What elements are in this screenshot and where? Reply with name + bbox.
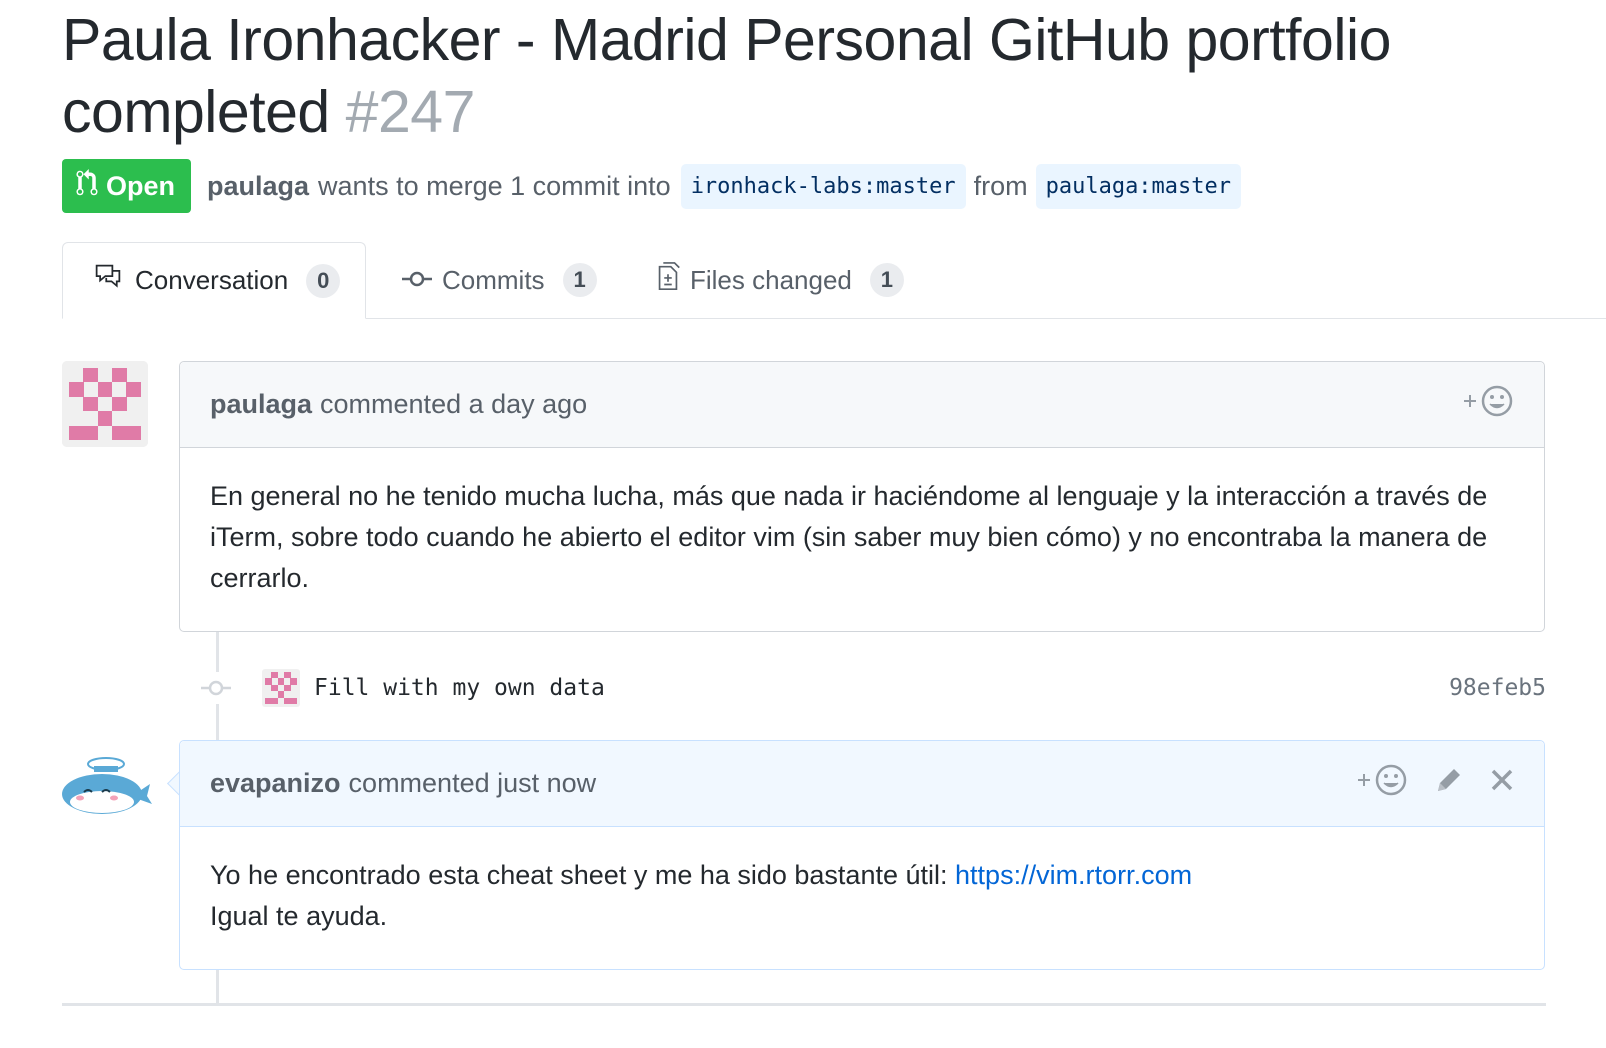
tab-files-changed[interactable]: Files changed 1: [628, 242, 932, 318]
identicon-avatar: [262, 669, 300, 707]
pr-title: Paula Ironhacker - Madrid Personal GitHu…: [62, 4, 1542, 148]
tab-label: Conversation: [135, 265, 289, 295]
comment-timestamp[interactable]: commented just now: [349, 768, 597, 799]
comment-discussion-icon: [91, 263, 125, 298]
comment-header: evapanizo commented just now: [180, 741, 1544, 827]
pr-number: #247: [345, 79, 476, 145]
merge-text: wants to merge 1 commit into: [318, 170, 671, 201]
comment-actions: [1356, 764, 1514, 803]
x-icon[interactable]: [1490, 768, 1514, 799]
comment-timestamp[interactable]: commented a day ago: [320, 389, 587, 420]
cheat-sheet-link[interactable]: https://vim.rtorr.com: [955, 860, 1192, 890]
pr-status-row: Open paulaga wants to merge 1 commit int…: [62, 158, 1249, 214]
git-commit-icon: [200, 672, 232, 704]
head-branch[interactable]: paulaga:master: [1035, 163, 1242, 209]
tab-counter: 1: [869, 263, 904, 297]
pencil-icon[interactable]: [1434, 765, 1464, 802]
base-branch[interactable]: ironhack-labs:master: [680, 163, 966, 209]
comment-header: paulaga commented a day ago: [180, 362, 1544, 448]
tab-label: Files changed: [690, 264, 852, 295]
avatar[interactable]: [58, 748, 152, 820]
comment-body: En general no he tenido mucha lucha, más…: [210, 481, 1488, 593]
file-diff-icon: [656, 261, 680, 299]
git-commit-icon: [402, 265, 432, 296]
comment-author[interactable]: paulaga: [210, 389, 312, 420]
timeline-comment-current: evapanizo commented just now Yo he encon…: [179, 740, 1545, 970]
tab-counter: 0: [306, 263, 341, 298]
tab-commits[interactable]: Commits 1: [374, 242, 625, 318]
add-reaction-icon[interactable]: [1462, 385, 1514, 424]
tab-label: Commits: [442, 264, 545, 295]
timeline-comment: paulaga commented a day ago En general n…: [179, 361, 1545, 632]
comment-actions: [1462, 385, 1514, 424]
comment-author[interactable]: evapanizo: [210, 768, 341, 799]
comment-text-line2: Igual te ayuda.: [210, 901, 388, 931]
tab-counter: 1: [562, 263, 597, 297]
timeline-divider: [62, 1003, 1546, 1006]
pr-title-text: Paula Ironhacker - Madrid Personal GitHu…: [62, 7, 1391, 145]
pr-tabs: Conversation 0 Commits 1 Files changed 1: [62, 242, 1606, 319]
commit-sha[interactable]: 98efeb5: [1449, 675, 1546, 701]
timeline-commit: Fill with my own data 98efeb5: [200, 660, 1546, 716]
commit-message[interactable]: Fill with my own data: [314, 675, 605, 701]
add-reaction-icon[interactable]: [1356, 764, 1408, 803]
identicon-avatar: [62, 361, 148, 447]
state-label: Open: [106, 170, 176, 201]
avatar[interactable]: [62, 361, 148, 447]
state-badge-open: Open: [62, 159, 192, 213]
whale-avatar: [62, 757, 152, 814]
pr-author-link[interactable]: paulaga: [207, 171, 309, 202]
from-word: from: [973, 170, 1028, 201]
comment-body: Yo he encontrado esta cheat sheet y me h…: [180, 827, 1544, 965]
tab-conversation[interactable]: Conversation 0: [62, 242, 366, 319]
commit-author-avatar[interactable]: [262, 669, 300, 707]
pull-request-icon: [76, 168, 98, 204]
timeline-line: [216, 969, 219, 1003]
comment-text: Yo he encontrado esta cheat sheet y me h…: [210, 860, 948, 890]
merge-description: paulaga wants to merge 1 commit into iro…: [207, 163, 1249, 209]
